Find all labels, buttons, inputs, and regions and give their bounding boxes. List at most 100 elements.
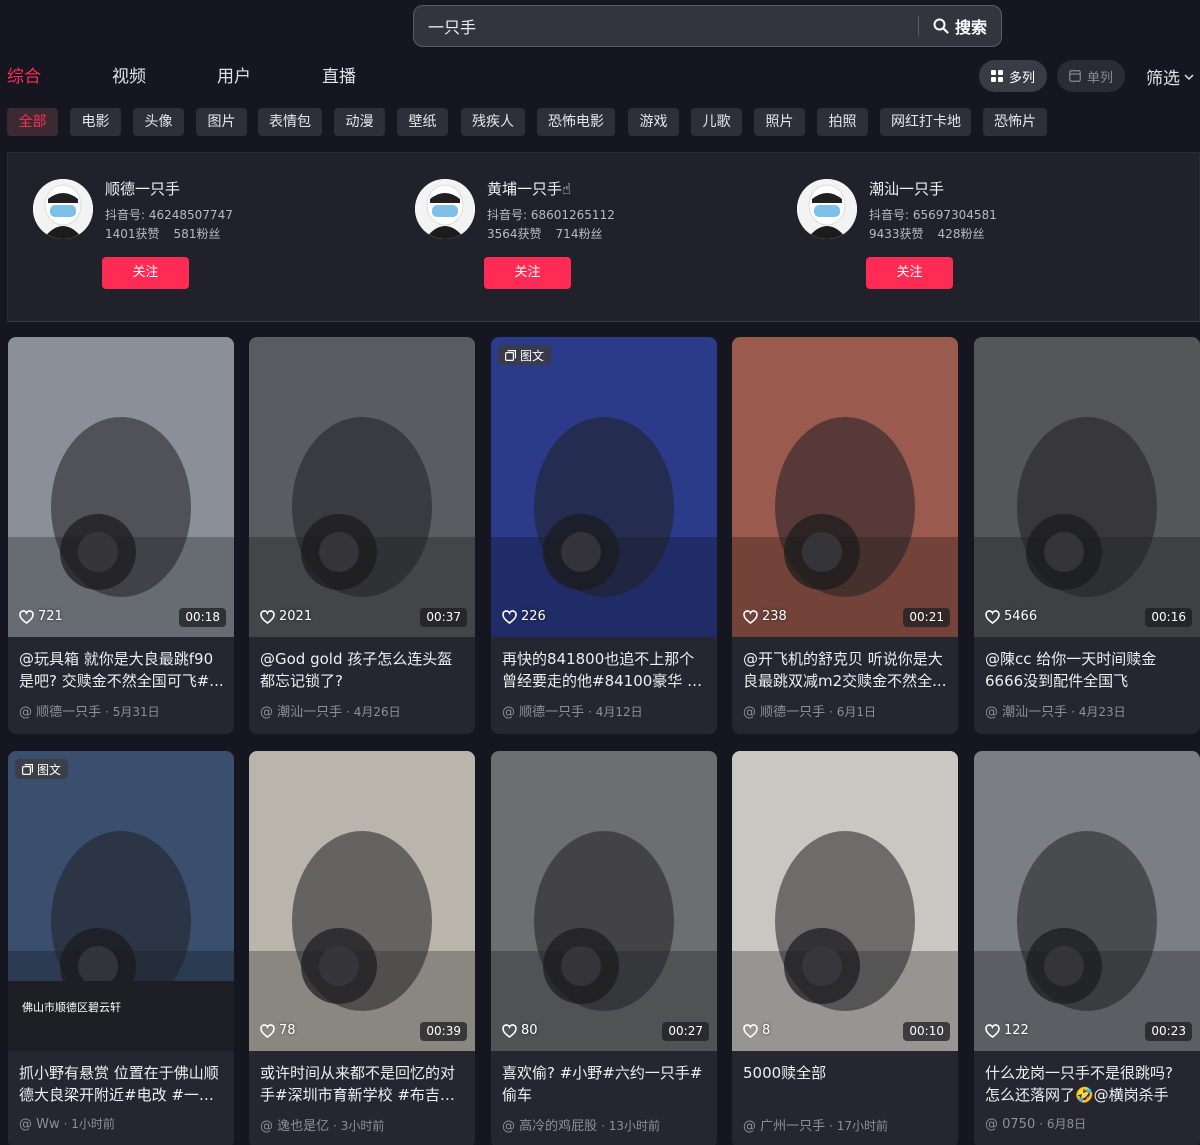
badge-label: 图文 <box>37 762 62 777</box>
chip-wallpaper[interactable]: 壁纸 <box>397 108 448 136</box>
user-card[interactable]: 顺德一只手 抖音号: 46248507747 1401获赞 581粉丝 关注 <box>8 153 388 323</box>
like-count: 122 <box>985 1023 1029 1038</box>
video-card[interactable]: 8 00:10 5000赎全部 @ 广州一只手 · 17小时前 <box>732 751 958 1145</box>
search-input[interactable] <box>414 16 918 36</box>
like-count: 8 <box>743 1023 770 1038</box>
video-title[interactable]: @开飞机的舒克贝 听说你是大良最跳双减m2交赎金不然全... <box>743 648 949 692</box>
chip-game[interactable]: 游戏 <box>628 108 679 136</box>
video-thumbnail[interactable]: 78 00:39 <box>249 751 475 1051</box>
video-card[interactable]: 2021 00:37 @God gold 孩子怎么连头盔都忘记锁了? @ 潮汕一… <box>249 337 475 734</box>
video-card[interactable]: 89 图文佛山市顺德区碧云轩 抓小野有悬赏 位置在于佛山顺德大良梁开附近#电改 … <box>8 751 234 1145</box>
chip-checkin-spot[interactable]: 网红打卡地 <box>880 108 971 136</box>
search-button[interactable]: 搜索 <box>919 14 1001 38</box>
multi-column-button[interactable]: 多列 <box>979 60 1047 92</box>
user-id: 抖音号: 65697304581 <box>869 208 997 222</box>
chip-sticker[interactable]: 表情包 <box>258 108 322 136</box>
video-author[interactable]: @ 顺德一只手 <box>743 705 825 720</box>
video-duration: 00:10 <box>903 1022 950 1041</box>
video-title[interactable]: 抓小野有悬赏 位置在于佛山顺德大良梁开附近#电改 #一只... <box>19 1062 225 1106</box>
video-duration: 00:27 <box>662 1022 709 1041</box>
video-thumbnail[interactable]: 8 00:10 <box>732 751 958 1051</box>
chip-movie[interactable]: 电影 <box>70 108 121 136</box>
video-meta: @ 潮汕一只手 · 4月23日 <box>985 701 1126 720</box>
chip-take-photo[interactable]: 拍照 <box>817 108 868 136</box>
filter-label: 筛选 <box>1146 69 1180 89</box>
tab-video[interactable]: 视频 <box>112 62 146 87</box>
user-card[interactable]: 潮汕一只手 抖音号: 65697304581 9433获赞 428粉丝 关注 <box>772 153 1152 323</box>
chip-picture[interactable]: 图片 <box>196 108 247 136</box>
video-date: · 4月12日 <box>588 705 643 719</box>
user-name[interactable]: 黄埔一只手☝ <box>487 178 571 199</box>
video-author[interactable]: @ Ww <box>19 1117 60 1132</box>
like-count-value: 78 <box>279 1023 296 1038</box>
video-author[interactable]: @ 潮汕一只手 <box>260 705 342 720</box>
video-meta: @ 逸也是亿 · 3小时前 <box>260 1115 384 1134</box>
single-column-button[interactable]: 单列 <box>1057 60 1125 92</box>
chip-anime[interactable]: 动漫 <box>334 108 385 136</box>
user-name[interactable]: 潮汕一只手 <box>869 178 944 199</box>
filter-button[interactable]: 筛选 <box>1146 64 1194 89</box>
thumbnail-image <box>491 337 717 637</box>
video-title[interactable]: 什么龙岗一只手不是很跳吗? 怎么还落网了🤣@横岗杀手 <box>985 1062 1191 1106</box>
video-title[interactable]: 喜欢偷? #小野#六约一只手#偷车 <box>502 1062 708 1106</box>
video-card[interactable]: 80 00:27 喜欢偷? #小野#六约一只手#偷车 @ 高冷的鸡屁股 · 13小… <box>491 751 717 1145</box>
video-title[interactable]: 再快的841800也追不上那个曾经要走的他#84100豪华 #九... <box>502 648 708 692</box>
video-card[interactable]: 5466 00:16 @陳cc 给你一天时间赎金6666没到配件全国飞 @ 潮汕… <box>974 337 1200 734</box>
video-title[interactable]: @God gold 孩子怎么连头盔都忘记锁了? <box>260 648 466 692</box>
video-title[interactable]: @陳cc 给你一天时间赎金6666没到配件全国飞 <box>985 648 1191 692</box>
avatar[interactable] <box>415 179 475 239</box>
video-author[interactable]: @ 潮汕一只手 <box>985 705 1067 720</box>
video-thumbnail[interactable]: 80 00:27 <box>491 751 717 1051</box>
video-card[interactable]: 122 00:23 什么龙岗一只手不是很跳吗? 怎么还落网了🤣@横岗杀手 @ 0… <box>974 751 1200 1145</box>
video-thumbnail[interactable]: 2021 00:37 <box>249 337 475 637</box>
video-card[interactable]: 226 图文 再快的841800也追不上那个曾经要走的他#84100豪华 #九.… <box>491 337 717 734</box>
like-count-value: 5466 <box>1004 609 1038 624</box>
chip-avatar[interactable]: 头像 <box>133 108 184 136</box>
video-meta: @ 0750 · 6月8日 <box>985 1115 1086 1132</box>
video-thumbnail[interactable]: 5466 00:16 <box>974 337 1200 637</box>
avatar[interactable] <box>797 179 857 239</box>
video-title[interactable]: 或许时间从来都不是回忆的对手#深圳市育新学校 #布吉一... <box>260 1062 466 1106</box>
video-card[interactable]: 78 00:39 或许时间从来都不是回忆的对手#深圳市育新学校 #布吉一... … <box>249 751 475 1145</box>
video-meta: @ 广州一只手 · 17小时前 <box>743 1115 888 1134</box>
video-author[interactable]: @ 顺德一只手 <box>19 705 101 720</box>
image-icon <box>505 349 516 361</box>
chip-all[interactable]: 全部 <box>7 108 58 136</box>
user-card[interactable]: 黄埔一只手☝ 抖音号: 68601265112 3564获赞 714粉丝 关注 <box>390 153 770 323</box>
video-author[interactable]: @ 高冷的鸡屁股 <box>502 1119 597 1134</box>
video-title[interactable]: 5000赎全部 <box>743 1062 949 1084</box>
search-box[interactable]: 搜索 <box>413 5 1002 47</box>
video-author[interactable]: @ 顺德一只手 <box>502 705 584 720</box>
user-name[interactable]: 顺德一只手 <box>105 178 180 199</box>
follow-button[interactable]: 关注 <box>484 257 571 289</box>
like-count: 2021 <box>260 609 312 624</box>
video-thumbnail[interactable]: 122 00:23 <box>974 751 1200 1051</box>
chip-disabled[interactable]: 残疾人 <box>461 108 525 136</box>
video-card[interactable]: 238 00:21 @开飞机的舒克贝 听说你是大良最跳双减m2交赎金不然全...… <box>732 337 958 734</box>
user-fans: 428粉丝 <box>937 227 985 241</box>
video-author[interactable]: @ 广州一只手 <box>743 1119 825 1134</box>
video-thumbnail[interactable]: 89 图文佛山市顺德区碧云轩 <box>8 751 234 1051</box>
tab-comprehensive[interactable]: 综合 <box>7 62 41 87</box>
video-author[interactable]: @ 0750 <box>985 1117 1035 1132</box>
video-title[interactable]: @玩具箱 就你是大良最跳f90是吧? 交赎金不然全国可飞#... <box>19 648 225 692</box>
video-card[interactable]: 721 00:18 @玩具箱 就你是大良最跳f90是吧? 交赎金不然全国可飞#.… <box>8 337 234 734</box>
video-thumbnail[interactable]: 238 00:21 <box>732 337 958 637</box>
heart-icon <box>985 1023 1000 1038</box>
video-thumbnail[interactable]: 226 图文 <box>491 337 717 637</box>
heart-icon <box>260 609 275 624</box>
follow-button[interactable]: 关注 <box>866 257 953 289</box>
chip-horror-film[interactable]: 恐怖片 <box>983 108 1047 136</box>
video-thumbnail[interactable]: 721 00:18 <box>8 337 234 637</box>
chip-photo[interactable]: 照片 <box>754 108 805 136</box>
user-likes: 9433获赞 <box>869 227 924 241</box>
chip-horror-movie[interactable]: 恐怖电影 <box>537 108 615 136</box>
chip-kids-song[interactable]: 儿歌 <box>691 108 742 136</box>
tab-live[interactable]: 直播 <box>322 62 356 87</box>
video-author[interactable]: @ 逸也是亿 <box>260 1119 329 1134</box>
video-date: · 1小时前 <box>63 1117 115 1131</box>
tab-user[interactable]: 用户 <box>217 62 251 87</box>
avatar[interactable] <box>33 179 93 239</box>
thumbnail-image <box>974 337 1200 637</box>
follow-button[interactable]: 关注 <box>102 257 189 289</box>
